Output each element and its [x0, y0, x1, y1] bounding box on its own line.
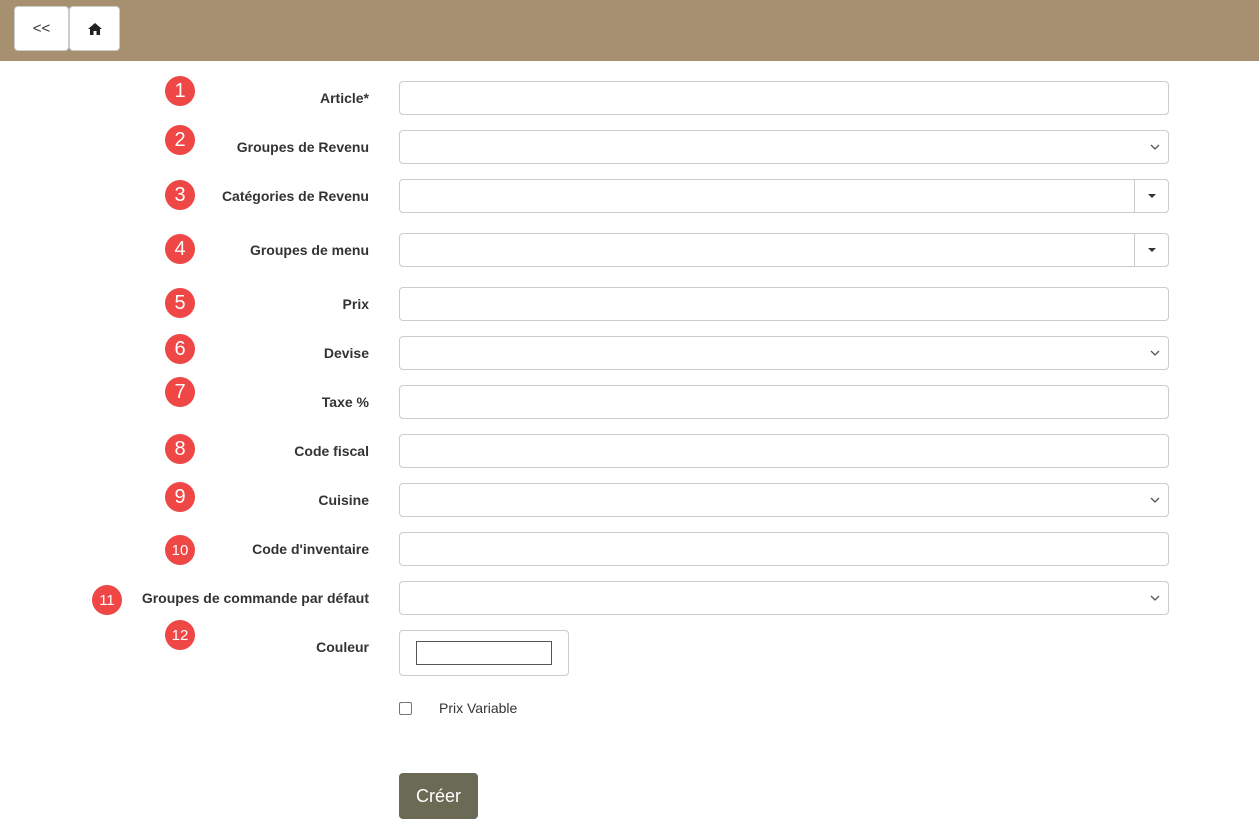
chevron-down-icon: [1150, 350, 1160, 356]
create-button[interactable]: Créer: [399, 773, 478, 819]
cuisine-select[interactable]: [399, 483, 1169, 517]
chevron-down-icon: [1150, 595, 1160, 601]
dropdown-toggle[interactable]: [1134, 180, 1168, 212]
label-couleur: Couleur: [316, 639, 369, 655]
step-badge-8: 8: [165, 434, 195, 464]
groupes-menu-combo[interactable]: [399, 233, 1169, 267]
couleur-picker[interactable]: [399, 630, 569, 676]
taxe-input[interactable]: [399, 385, 1169, 419]
label-code-inventaire: Code d'inventaire: [252, 541, 369, 557]
prix-variable-checkbox[interactable]: [399, 702, 412, 715]
label-prix: Prix: [342, 296, 369, 312]
back-button[interactable]: <<: [14, 6, 69, 51]
label-groupes-commande: Groupes de commande par défaut: [141, 590, 369, 606]
step-badge-2: 2: [165, 125, 195, 155]
label-code-fiscal: Code fiscal: [294, 443, 369, 459]
step-badge-7: 7: [165, 377, 195, 407]
code-inventaire-input[interactable]: [399, 532, 1169, 566]
step-badge-9: 9: [165, 482, 195, 512]
step-badge-1: 1: [165, 76, 195, 106]
step-badge-5: 5: [165, 288, 195, 318]
home-icon: [87, 22, 102, 35]
label-groupes-menu: Groupes de menu: [249, 242, 369, 258]
chevron-down-icon: [1150, 144, 1160, 150]
prix-variable-label: Prix Variable: [439, 700, 518, 716]
label-article: Article*: [319, 90, 369, 106]
step-badge-10: 10: [165, 535, 195, 565]
label-taxe: Taxe %: [321, 394, 369, 410]
groupes-revenu-select[interactable]: [399, 130, 1169, 164]
label-categories-revenu: Catégories de Revenu: [221, 188, 369, 204]
step-badge-3: 3: [165, 180, 195, 210]
devise-select[interactable]: [399, 336, 1169, 370]
groupes-commande-select[interactable]: [399, 581, 1169, 615]
caret-down-icon: [1147, 248, 1156, 252]
categories-revenu-combo[interactable]: [399, 179, 1169, 213]
code-fiscal-input[interactable]: [399, 434, 1169, 468]
step-badge-6: 6: [165, 334, 195, 364]
label-cuisine: Cuisine: [318, 492, 369, 508]
label-devise: Devise: [323, 345, 369, 361]
prix-input[interactable]: [399, 287, 1169, 321]
article-input[interactable]: [399, 81, 1169, 115]
caret-down-icon: [1147, 194, 1156, 198]
color-swatch[interactable]: [416, 641, 552, 665]
chevron-down-icon: [1150, 497, 1160, 503]
label-groupes-revenu: Groupes de Revenu: [236, 139, 369, 155]
dropdown-toggle[interactable]: [1134, 234, 1168, 266]
home-button[interactable]: [69, 6, 120, 51]
step-badge-4: 4: [165, 234, 195, 264]
step-badge-12: 12: [165, 620, 195, 650]
step-badge-11: 11: [92, 585, 122, 615]
top-toolbar: <<: [0, 0, 1259, 61]
